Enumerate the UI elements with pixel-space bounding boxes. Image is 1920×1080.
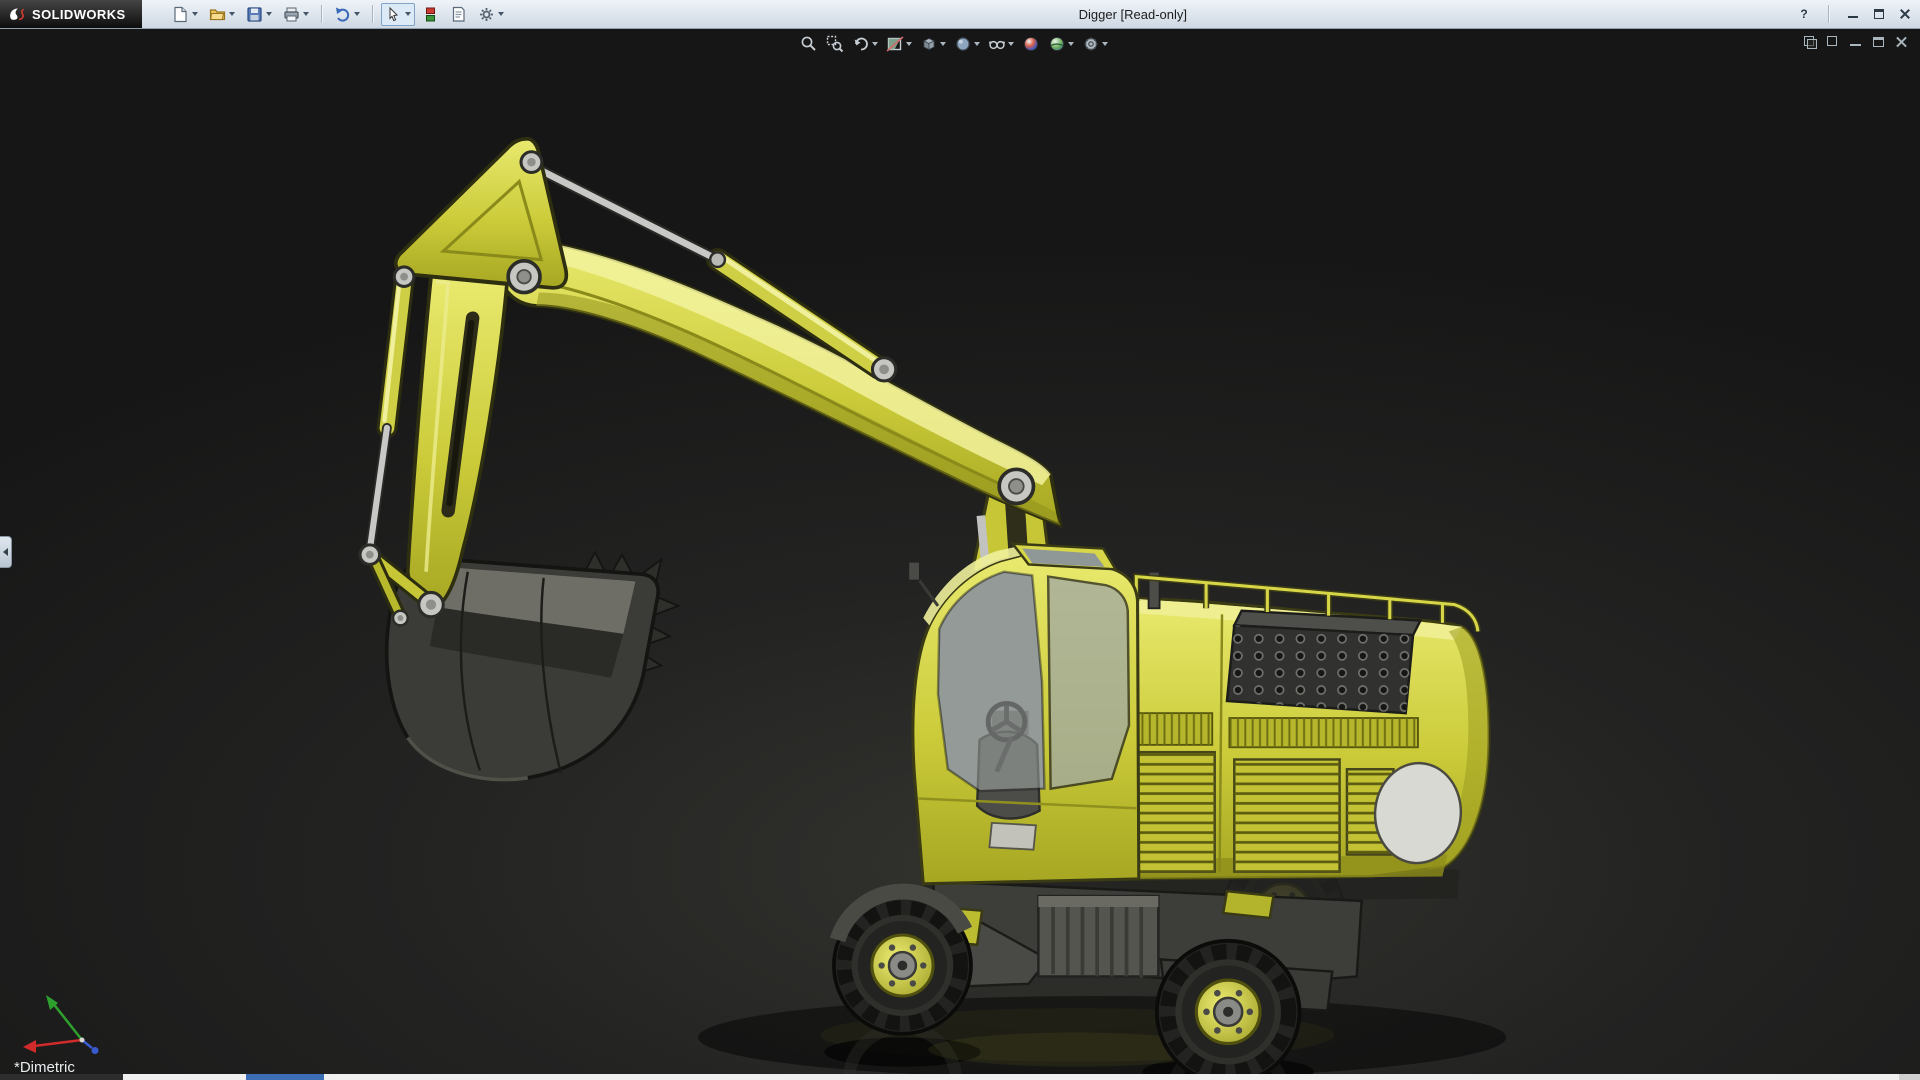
zoom-to-area-icon [827,35,844,53]
taskbar-edge-segment [1898,1074,1920,1080]
zoom-to-area-button[interactable] [824,34,846,54]
engine-housing[interactable] [1103,570,1491,881]
toolbar-separator [320,5,322,23]
print-button[interactable] [279,3,313,26]
mirror-arm [917,578,940,607]
main-toolbar [168,2,508,26]
undo-button[interactable] [330,3,364,26]
view-orientation-label: *Dimetric [14,1059,75,1074]
brand-text: SOLIDWORKS [32,6,126,22]
help-button[interactable]: ? [1797,7,1811,21]
save-button[interactable] [242,3,276,26]
options-icon [479,7,493,21]
stick[interactable] [393,136,569,612]
new-document-icon [173,6,187,22]
open-icon [209,8,225,20]
hide-show-items-button[interactable] [986,34,1016,54]
edit-appearance-button[interactable] [1020,34,1042,54]
select-icon [389,6,398,21]
apply-scene-button[interactable] [1046,34,1076,54]
excavator-model[interactable] [0,28,1920,1074]
headsup-view-toolbar [798,34,1110,54]
document-window-controls [1803,35,1908,49]
save-icon [246,6,262,22]
bucket-cylinder[interactable] [364,271,415,555]
x-axis [33,1038,83,1048]
side-window [1046,575,1131,791]
tile-windows-icon[interactable] [1826,35,1839,48]
section-view-icon [886,36,904,52]
new-document-button[interactable] [168,3,202,26]
ds-logo-icon [10,8,25,21]
file-properties-button[interactable] [446,3,471,26]
restore-document-button[interactable] [1872,35,1885,48]
cab[interactable] [907,542,1141,886]
zoom-to-fit-icon [801,36,816,51]
titlebar: SOLIDWORKS Digger [Read-only] ? [0,0,1920,29]
floor-reflection [698,995,1507,1074]
file-properties-icon [452,6,465,22]
view-orientation-icon [923,38,936,51]
featuretree-collapse-tab[interactable] [0,536,12,568]
rebuild-button[interactable] [418,3,443,26]
reference-triad[interactable] [10,984,106,1058]
solidworks-window: { "window": { "brand": "SOLIDWORKS", "ti… [0,0,1920,1080]
options-button[interactable] [474,3,508,26]
section-view-button[interactable] [884,34,914,54]
previous-view-button[interactable] [850,34,880,54]
previous-view-icon [854,37,869,51]
view-settings-icon [1084,37,1098,51]
minimize-document-button[interactable] [1849,35,1862,48]
print-icon [283,7,299,21]
zoom-to-fit-button[interactable] [798,34,820,54]
undo-icon [335,7,349,22]
view-settings-button[interactable] [1080,34,1110,54]
mirror [907,561,921,581]
open-button[interactable] [205,3,239,26]
taskbar-edge [0,1074,1920,1080]
edit-appearance-icon [1024,37,1039,51]
view-orientation-button[interactable] [918,34,948,54]
graphics-area[interactable]: *Dimetric [0,28,1920,1074]
toolbar-separator [1828,5,1829,23]
display-style-icon [956,37,970,51]
close-button[interactable] [1898,7,1912,21]
select-button[interactable] [380,2,415,26]
y-axis [51,1001,83,1041]
hide-show-items-icon [989,40,1006,50]
boom[interactable] [496,235,1063,529]
window-controls: ? [1797,0,1912,28]
maximize-button[interactable] [1872,7,1886,21]
taskbar-edge-segment [0,1074,123,1080]
rebuild-icon [425,7,435,21]
apply-scene-icon [1050,37,1065,51]
chevron-left-icon [3,548,8,556]
toolbar-separator [371,5,373,23]
display-style-button[interactable] [952,34,982,54]
taskbar-edge-segment [245,1074,325,1080]
solidworks-brand: SOLIDWORKS [0,0,142,28]
minimize-button[interactable] [1846,7,1860,21]
window-title: Digger [Read-only] [1078,6,1187,22]
windshield [936,570,1046,793]
wheel-rear-left[interactable] [1157,941,1300,1074]
close-document-button[interactable] [1895,35,1908,48]
cascade-windows-icon[interactable] [1803,35,1817,49]
